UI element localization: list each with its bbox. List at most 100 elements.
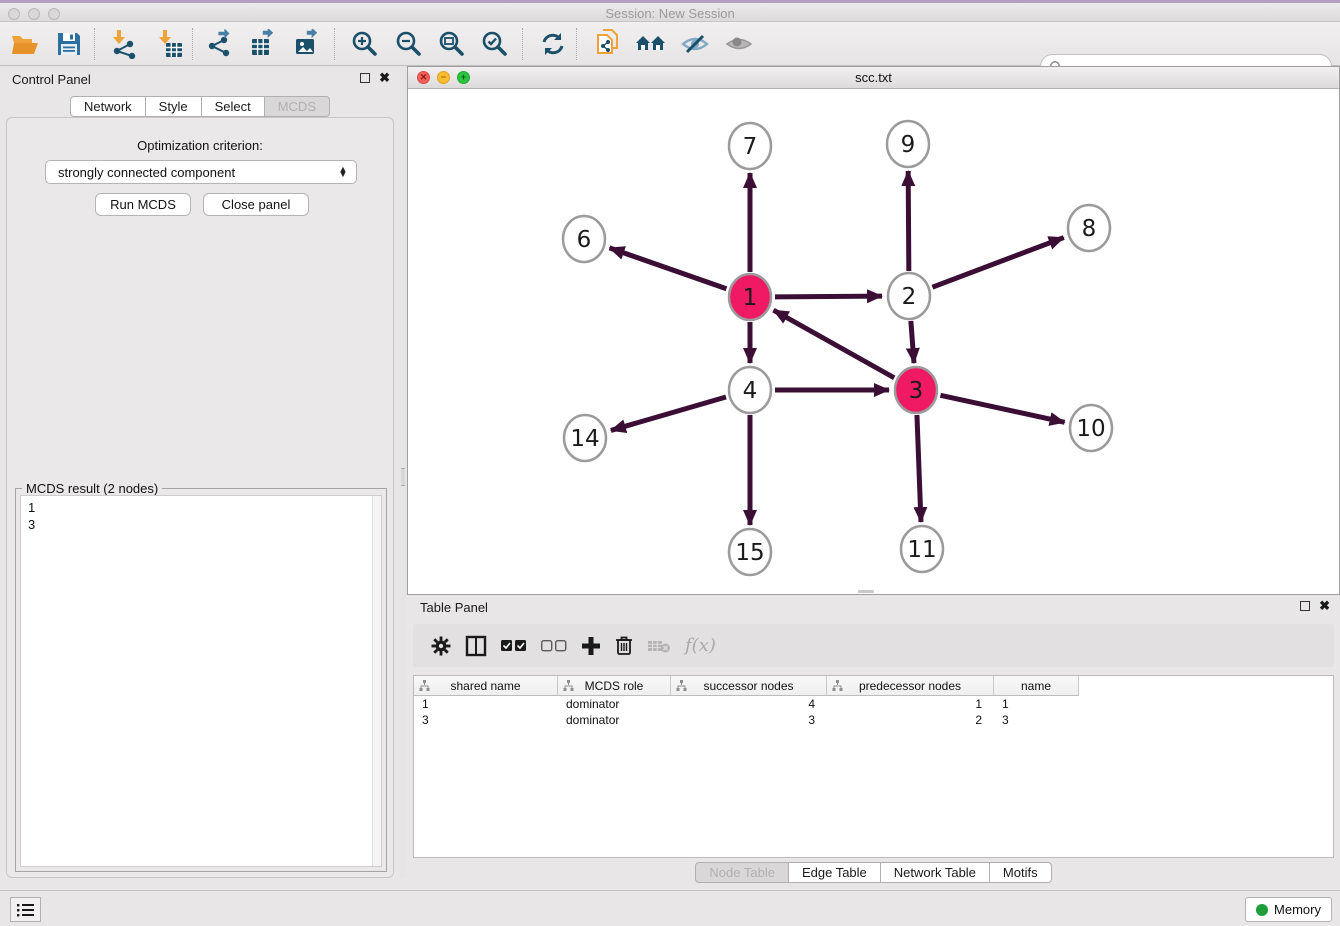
close-panel-button[interactable]: Close panel: [203, 193, 309, 216]
hide-selected-button[interactable]: [678, 28, 712, 60]
run-mcds-button[interactable]: Run MCDS: [95, 193, 191, 216]
table-panel-close-button[interactable]: ✖: [1319, 601, 1330, 611]
zoom-fit-button[interactable]: [435, 28, 469, 60]
toolbar-separator: [522, 28, 523, 60]
mcds-result-box[interactable]: 1 3: [20, 495, 382, 867]
horizontal-splitter-grip[interactable]: [858, 590, 874, 593]
graph-node-9[interactable]: 9: [887, 121, 929, 167]
tab-edge-table[interactable]: Edge Table: [789, 862, 881, 883]
graph-node-3[interactable]: 3: [895, 367, 937, 413]
control-panel-close-button[interactable]: ✖: [379, 73, 390, 83]
column-header-MCDS-role[interactable]: MCDS role: [558, 676, 671, 696]
svg-text:15: 15: [735, 540, 764, 566]
table-cell[interactable]: 3: [414, 712, 558, 728]
control-panel: Control Panel ✖ NetworkStyleSelectMCDS O…: [0, 66, 400, 878]
save-icon: [56, 31, 82, 57]
svg-text:2: 2: [902, 284, 917, 310]
save-session-button[interactable]: [52, 28, 86, 60]
table-cell[interactable]: 1: [827, 696, 994, 712]
table-toolbar: f(x): [413, 624, 1334, 667]
table-cell[interactable]: 1: [414, 696, 558, 712]
graph-edge-3-1[interactable]: [774, 310, 895, 378]
table-row[interactable]: 1dominator411: [414, 696, 1333, 712]
delete-table-button[interactable]: [647, 632, 671, 660]
graph-edge-3-11[interactable]: [917, 415, 921, 522]
graph-node-7[interactable]: 7: [729, 123, 771, 169]
mcds-tab-content: Optimization criterion: strongly connect…: [6, 117, 394, 878]
zoom-in-button[interactable]: [348, 28, 382, 60]
graph-node-4[interactable]: 4: [729, 367, 771, 413]
graph-node-14[interactable]: 14: [564, 415, 606, 461]
duplicate-network-button[interactable]: [590, 28, 624, 60]
export-image-icon: [294, 29, 324, 59]
refresh-button[interactable]: [536, 28, 570, 60]
table-settings-button[interactable]: [431, 632, 451, 660]
zoom-selected-button[interactable]: [478, 28, 512, 60]
table-cell[interactable]: dominator: [558, 712, 671, 728]
tab-node-table[interactable]: Node Table: [695, 862, 789, 883]
delete-table-icon: [647, 638, 671, 654]
graph-edge-1-6[interactable]: [609, 248, 726, 289]
unselect-all-columns-button[interactable]: [541, 632, 567, 660]
vertical-splitter[interactable]: [400, 66, 407, 878]
result-scrollbar[interactable]: [372, 496, 381, 866]
table-cell[interactable]: 4: [671, 696, 827, 712]
criterion-dropdown[interactable]: strongly connected component ▲▼: [45, 160, 357, 184]
toolbar-separator: [192, 28, 193, 60]
graph-edge-4-14[interactable]: [611, 397, 726, 430]
first-neighbors-button[interactable]: [634, 28, 668, 60]
graph-edge-1-2[interactable]: [775, 296, 882, 297]
tab-network[interactable]: Network: [70, 96, 146, 117]
tab-motifs[interactable]: Motifs: [990, 862, 1052, 883]
column-header-successor-nodes[interactable]: successor nodes: [671, 676, 827, 696]
svg-text:11: 11: [907, 537, 936, 563]
memory-status-icon: [1256, 904, 1268, 916]
import-network-button[interactable]: [106, 28, 140, 60]
network-graph-canvas[interactable]: 7 9 6 8 1 2 4 3 14 10 15 11: [408, 89, 1339, 594]
tab-select[interactable]: Select: [202, 96, 265, 117]
table-cell[interactable]: 3: [671, 712, 827, 728]
graph-node-2[interactable]: 2: [888, 273, 930, 319]
show-all-button[interactable]: [722, 28, 756, 60]
network-window-titlebar[interactable]: ✕ − + scc.txt: [408, 67, 1339, 89]
graph-edge-3-10[interactable]: [940, 395, 1064, 422]
graph-node-8[interactable]: 8: [1068, 205, 1110, 251]
zoom-out-button[interactable]: [392, 28, 426, 60]
open-file-button[interactable]: [8, 28, 42, 60]
export-image-button[interactable]: [292, 28, 326, 60]
export-network-button[interactable]: [204, 28, 238, 60]
graph-edge-2-3[interactable]: [911, 321, 914, 363]
graph-node-6[interactable]: 6: [563, 216, 605, 262]
table-cell[interactable]: dominator: [558, 696, 671, 712]
task-history-button[interactable]: [10, 897, 41, 922]
control-panel-float-button[interactable]: [360, 73, 370, 83]
column-header-shared-name[interactable]: shared name: [414, 676, 558, 696]
table-cell[interactable]: 3: [994, 712, 1079, 728]
tab-style[interactable]: Style: [146, 96, 202, 117]
export-table-button[interactable]: [248, 28, 282, 60]
optimization-criterion-label: Optimization criterion:: [7, 138, 393, 153]
tab-mcds[interactable]: MCDS: [265, 96, 330, 117]
select-all-columns-button[interactable]: [501, 632, 527, 660]
function-builder-button[interactable]: f(x): [685, 635, 716, 656]
tab-network-table[interactable]: Network Table: [881, 862, 990, 883]
graph-node-10[interactable]: 10: [1070, 405, 1112, 451]
node-table: shared nameMCDS rolesuccessor nodesprede…: [413, 675, 1334, 858]
delete-column-button[interactable]: [615, 632, 633, 660]
show-columns-button[interactable]: [465, 632, 487, 660]
mcds-result-group: MCDS result (2 nodes) 1 3: [15, 488, 387, 872]
create-column-button[interactable]: [581, 632, 601, 660]
graph-node-11[interactable]: 11: [901, 526, 943, 572]
memory-button[interactable]: Memory: [1245, 897, 1332, 922]
import-table-button[interactable]: [152, 28, 186, 60]
table-cell[interactable]: 2: [827, 712, 994, 728]
graph-edge-2-9[interactable]: [908, 171, 909, 271]
column-header-predecessor-nodes[interactable]: predecessor nodes: [827, 676, 994, 696]
table-cell[interactable]: 1: [994, 696, 1079, 712]
graph-node-1[interactable]: 1: [729, 274, 771, 320]
graph-edge-2-8[interactable]: [932, 238, 1063, 288]
table-row[interactable]: 3dominator323: [414, 712, 1333, 728]
graph-node-15[interactable]: 15: [729, 529, 771, 575]
column-header-name[interactable]: name: [994, 676, 1079, 696]
table-panel-float-button[interactable]: [1300, 601, 1310, 611]
